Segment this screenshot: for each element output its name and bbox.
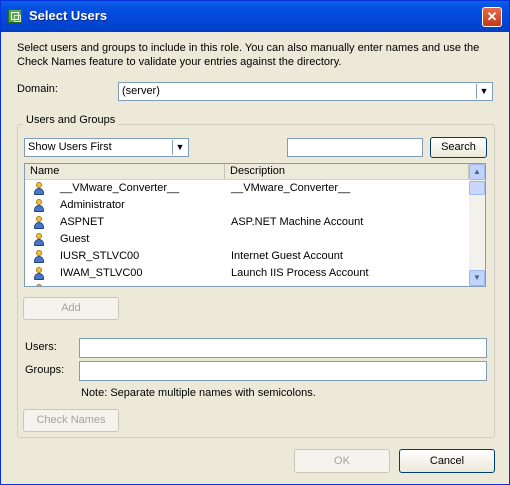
list-item[interactable]: Administrator (25, 197, 469, 214)
user-icon (33, 199, 45, 213)
user-name: IWAM_STLVC00 (60, 267, 143, 279)
user-icon (33, 233, 45, 247)
user-name: __VMware_Converter__ (60, 182, 180, 194)
list-scrollbar[interactable]: ▲ ▼ (469, 164, 485, 286)
user-icon (33, 284, 45, 286)
list-item[interactable]: IWAM_STLVC00 Launch IIS Process Account (25, 265, 469, 282)
chevron-down-icon[interactable]: ▼ (172, 140, 187, 155)
user-description: __VMware_Converter__ (231, 182, 351, 194)
column-header-description[interactable]: Description (225, 164, 469, 179)
users-list[interactable]: Name Description __VMware_Converter__ __… (24, 163, 486, 287)
chevron-down-icon[interactable]: ▼ (476, 84, 491, 99)
groups-field[interactable] (79, 361, 487, 381)
column-header-name[interactable]: Name (25, 164, 225, 179)
list-item[interactable]: IUSR_STLVC00 Internet Guest Account (25, 248, 469, 265)
scroll-down-icon[interactable]: ▼ (469, 270, 485, 286)
select-users-dialog: Select Users ✕ Select users and groups t… (0, 0, 510, 485)
separator-note: Note: Separate multiple names with semic… (81, 387, 316, 399)
user-icon (33, 267, 45, 281)
users-label: Users: (25, 341, 57, 353)
groups-label: Groups: (25, 364, 65, 376)
user-name: Administrator (60, 199, 125, 211)
scroll-thumb[interactable] (469, 181, 485, 195)
users-field[interactable] (79, 338, 487, 358)
user-description: Internet Guest Account (231, 250, 343, 262)
user-icon (33, 182, 45, 196)
user-description: ASP.NET Machine Account (231, 216, 364, 228)
filter-value: Show Users First (28, 141, 112, 153)
list-rows: __VMware_Converter__ __VMware_Converter_… (25, 180, 469, 286)
check-names-button[interactable]: Check Names (23, 409, 119, 432)
user-icon (33, 216, 45, 230)
vmware-icon (8, 9, 22, 23)
user-name: Guest (60, 233, 90, 245)
ok-button[interactable]: OK (294, 449, 390, 473)
add-button[interactable]: Add (23, 297, 119, 320)
user-description: Launch IIS Process Account (231, 267, 369, 279)
domain-label: Domain: (17, 83, 58, 95)
search-button[interactable]: Search (430, 137, 487, 158)
list-item[interactable]: Guest (25, 231, 469, 248)
domain-value: (server) (122, 85, 160, 97)
search-input[interactable] (287, 138, 423, 157)
cancel-button[interactable]: Cancel (399, 449, 495, 473)
window-title: Select Users (29, 8, 108, 23)
close-button[interactable]: ✕ (482, 7, 502, 27)
list-item[interactable] (25, 282, 469, 286)
user-name: ASPNET (60, 216, 105, 228)
user-icon (33, 250, 45, 264)
users-groups-legend: Users and Groups (23, 114, 119, 126)
domain-dropdown[interactable]: (server) ▼ (118, 82, 493, 101)
list-item[interactable]: __VMware_Converter__ __VMware_Converter_… (25, 180, 469, 197)
intro-text: Select users and groups to include in th… (17, 42, 480, 68)
title-bar[interactable]: Select Users ✕ (1, 1, 509, 32)
list-item[interactable]: ASPNET ASP.NET Machine Account (25, 214, 469, 231)
user-name: IUSR_STLVC00 (60, 250, 140, 262)
scroll-up-icon[interactable]: ▲ (469, 164, 485, 180)
filter-dropdown[interactable]: Show Users First ▼ (24, 138, 189, 157)
list-header: Name Description (25, 164, 469, 180)
